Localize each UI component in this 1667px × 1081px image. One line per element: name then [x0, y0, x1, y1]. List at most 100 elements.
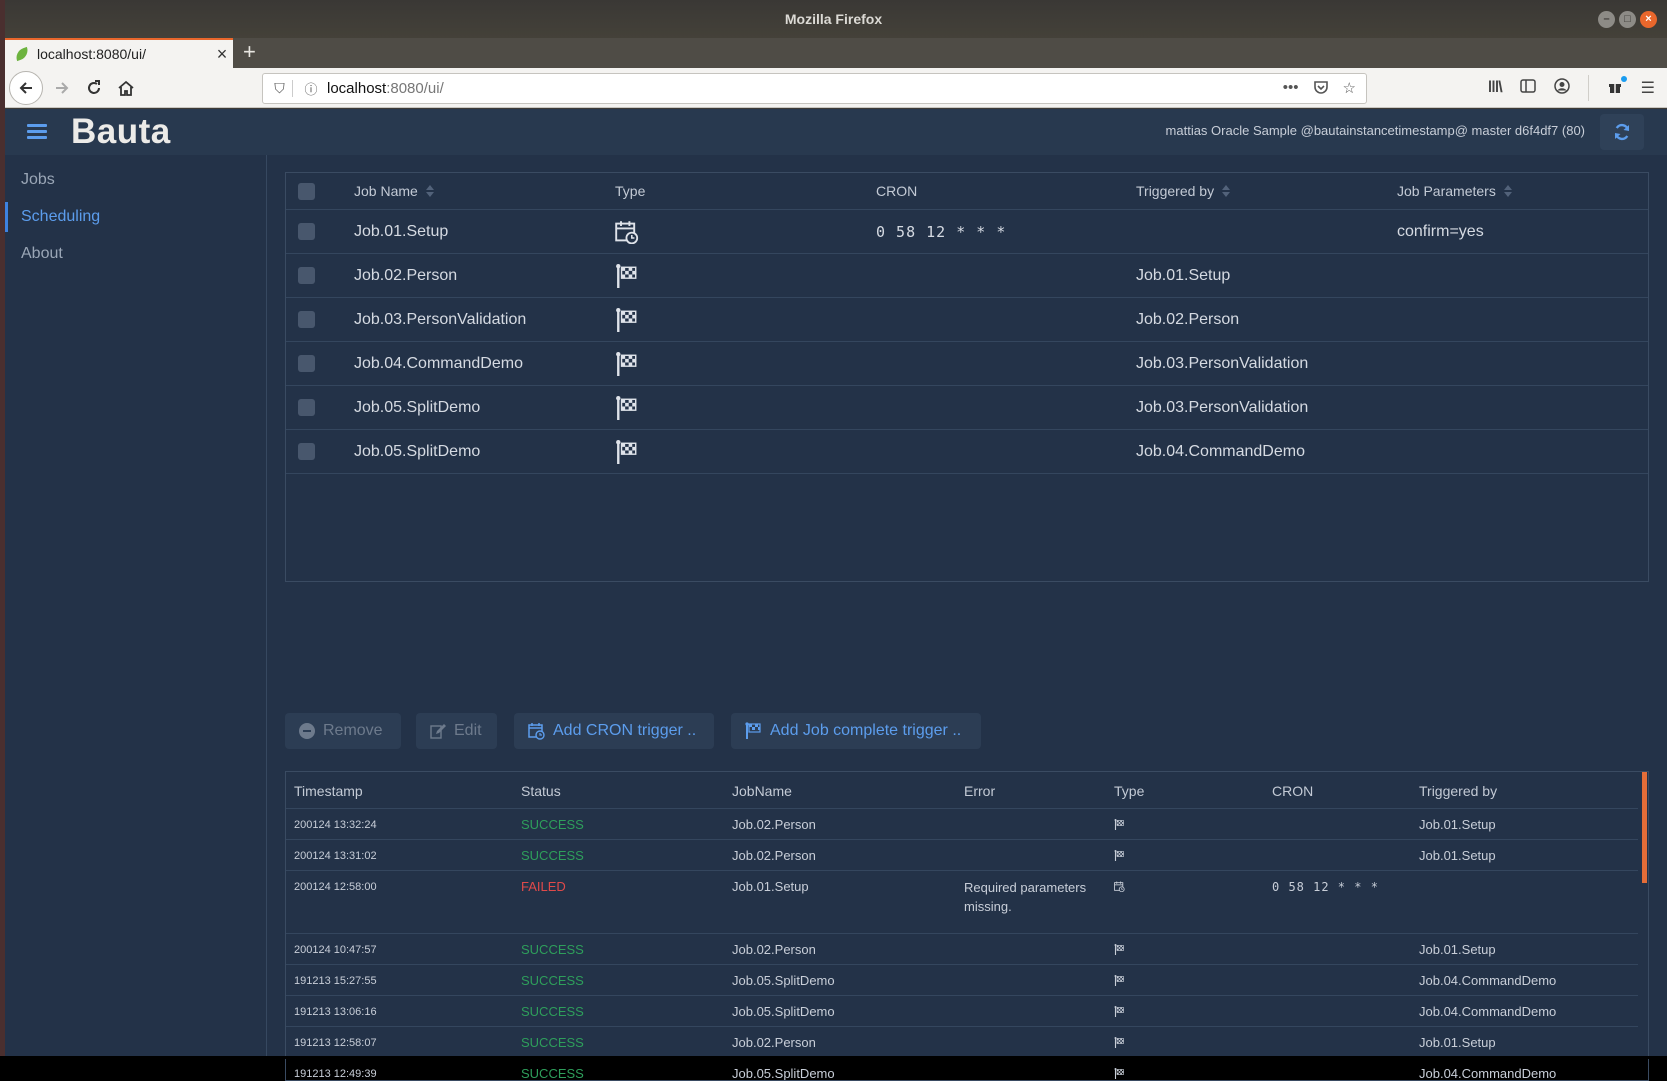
trigger-history-table: Timestamp Status JobName Error Type CRON…: [285, 771, 1649, 1081]
history-row[interactable]: 191213 12:49:39 SUCCESS Job.05.SplitDemo…: [286, 1058, 1638, 1081]
trigger-row[interactable]: Job.01.Setup 0 58 12 * * * confirm=yes: [286, 210, 1648, 254]
minimize-button[interactable]: –: [1598, 11, 1615, 28]
row-checkbox[interactable]: [298, 223, 315, 240]
home-button[interactable]: [110, 72, 142, 104]
column-job-name[interactable]: Job Name: [354, 173, 434, 209]
column-label: Job Name: [354, 183, 418, 199]
main-content: Job Name Type CRON Triggered by Job Para…: [268, 155, 1667, 1081]
close-window-button[interactable]: ×: [1640, 11, 1657, 28]
column-cron: CRON: [1272, 782, 1314, 799]
refresh-icon: [1614, 123, 1630, 141]
browser-tab[interactable]: localhost:8080/ui/ ×: [5, 38, 233, 68]
history-row[interactable]: 191213 12:58:07 SUCCESS Job.02.Person Jo…: [286, 1027, 1638, 1058]
history-row[interactable]: 200124 13:32:24 SUCCESS Job.02.Person Jo…: [286, 809, 1638, 840]
job-name: Job.05.SplitDemo: [732, 1004, 835, 1019]
remove-button[interactable]: Remove: [285, 713, 401, 749]
trigger-row[interactable]: Job.02.Person Job.01.Setup: [286, 254, 1648, 298]
row-checkbox[interactable]: [298, 355, 315, 372]
checkered-flag-icon: [1114, 1058, 1125, 1080]
job-name: Job.01.Setup: [354, 222, 449, 240]
checkered-flag-icon: [745, 722, 761, 739]
history-table-header: Timestamp Status JobName Error Type CRON…: [286, 772, 1638, 809]
job-name: Job.02.Person: [732, 942, 816, 957]
history-row[interactable]: 200124 13:31:02 SUCCESS Job.02.Person Jo…: [286, 840, 1638, 871]
refresh-button[interactable]: [1600, 114, 1644, 150]
history-row[interactable]: 191213 15:27:55 SUCCESS Job.05.SplitDemo…: [286, 965, 1638, 996]
bookmark-star-icon[interactable]: ☆: [1343, 79, 1356, 99]
site-info-icon[interactable]: ⓘ: [299, 79, 323, 98]
row-checkbox[interactable]: [298, 399, 315, 416]
sidebar-item-jobs[interactable]: Jobs: [5, 165, 267, 195]
trigger-row[interactable]: Job.05.SplitDemo Job.03.PersonValidation: [286, 386, 1648, 430]
column-job-parameters[interactable]: Job Parameters: [1397, 173, 1512, 209]
sort-icon: [1503, 185, 1512, 197]
account-icon[interactable]: [1553, 77, 1570, 99]
history-row[interactable]: 200124 12:58:00 FAILED Job.01.Setup Requ…: [286, 871, 1638, 934]
toolbar-separator: [1587, 75, 1589, 101]
calendar-clock-icon: [528, 723, 545, 740]
column-status: Status: [521, 782, 561, 799]
trigger-row[interactable]: Job.05.SplitDemo Job.04.CommandDemo: [286, 430, 1648, 474]
triggered-by: Job.04.CommandDemo: [1136, 442, 1305, 460]
forward-button[interactable]: [46, 72, 78, 104]
timestamp: 191213 12:58:07: [294, 1036, 377, 1049]
error-message: [964, 934, 1104, 965]
timestamp: 200124 13:31:02: [294, 849, 377, 862]
column-triggered-by[interactable]: Triggered by: [1136, 173, 1231, 209]
checkered-flag-icon: [615, 342, 639, 385]
new-tab-button[interactable]: +: [243, 38, 256, 68]
history-row[interactable]: 191213 13:06:16 SUCCESS Job.05.SplitDemo…: [286, 996, 1638, 1027]
instance-info: mattias Oracle Sample @bautainstancetime…: [1165, 123, 1585, 138]
edit-label: Edit: [454, 722, 482, 739]
navigation-toolbar: ⛉ ⓘ localhost:8080/ui/ ••• ☆ ǀǀǀ\ ☰: [0, 68, 1667, 108]
maximize-button[interactable]: □: [1619, 11, 1636, 28]
tab-close-icon[interactable]: ×: [211, 44, 233, 65]
history-row[interactable]: 200124 10:47:57 SUCCESS Job.02.Person Jo…: [286, 934, 1638, 965]
triggered-by: Job.01.Setup: [1419, 848, 1496, 863]
add-job-complete-trigger-button[interactable]: Add Job complete trigger ..: [731, 713, 981, 749]
row-checkbox[interactable]: [298, 311, 315, 328]
job-name: Job.05.SplitDemo: [354, 398, 481, 416]
tracking-shield-icon[interactable]: ⛉: [267, 80, 293, 97]
page-actions-icon[interactable]: •••: [1283, 79, 1299, 99]
error-message: [964, 840, 1104, 871]
add-cron-trigger-button[interactable]: Add CRON trigger ..: [514, 713, 714, 749]
back-button[interactable]: [9, 71, 43, 105]
history-scrollbar[interactable]: [1640, 772, 1648, 1080]
triggered-by: Job.01.Setup: [1419, 1035, 1496, 1050]
url-path: :8080/ui/: [386, 80, 444, 97]
sidebar-toggle-icon[interactable]: [1519, 78, 1536, 98]
url-actions: ••• ☆: [1283, 79, 1366, 99]
app-header: Bauta mattias Oracle Sample @bautainstan…: [5, 109, 1667, 155]
url-host: localhost: [327, 80, 387, 97]
trigger-row[interactable]: Job.03.PersonValidation Job.02.Person: [286, 298, 1648, 342]
pocket-icon[interactable]: [1313, 79, 1329, 99]
job-name: Job.02.Person: [732, 848, 816, 863]
job-name: Job.05.SplitDemo: [732, 1066, 835, 1081]
trigger-row[interactable]: Job.04.CommandDemo Job.03.PersonValidati…: [286, 342, 1648, 386]
app-menu-icon[interactable]: ☰: [1641, 78, 1655, 98]
edit-button[interactable]: Edit: [416, 713, 497, 749]
menu-toggle-icon[interactable]: [27, 121, 47, 143]
home-icon: [118, 80, 134, 96]
library-icon[interactable]: ǀǀǀ\: [1488, 79, 1503, 97]
row-checkbox[interactable]: [298, 443, 315, 460]
add-cron-label: Add CRON trigger ..: [553, 722, 697, 739]
status-badge: SUCCESS: [521, 817, 584, 832]
job-name: Job.02.Person: [732, 1035, 816, 1050]
checkered-flag-icon: [1114, 840, 1125, 871]
sidebar-item-about[interactable]: About: [5, 239, 267, 269]
remove-label: Remove: [323, 722, 383, 739]
status-badge: SUCCESS: [521, 1035, 584, 1050]
reload-button[interactable]: [78, 72, 110, 104]
url-bar[interactable]: ⛉ ⓘ localhost:8080/ui/ ••• ☆: [262, 73, 1367, 104]
history-scrollbar-thumb[interactable]: [1642, 772, 1647, 883]
url-text[interactable]: localhost:8080/ui/: [327, 80, 444, 97]
row-checkbox[interactable]: [298, 267, 315, 284]
select-all-checkbox[interactable]: [298, 182, 315, 200]
whats-new-gift-icon[interactable]: [1607, 75, 1627, 99]
spring-leaf-icon: [13, 46, 31, 62]
sidebar-item-scheduling[interactable]: Scheduling: [5, 202, 267, 232]
checkered-flag-icon: [615, 254, 639, 297]
column-label: Job Parameters: [1397, 183, 1496, 199]
